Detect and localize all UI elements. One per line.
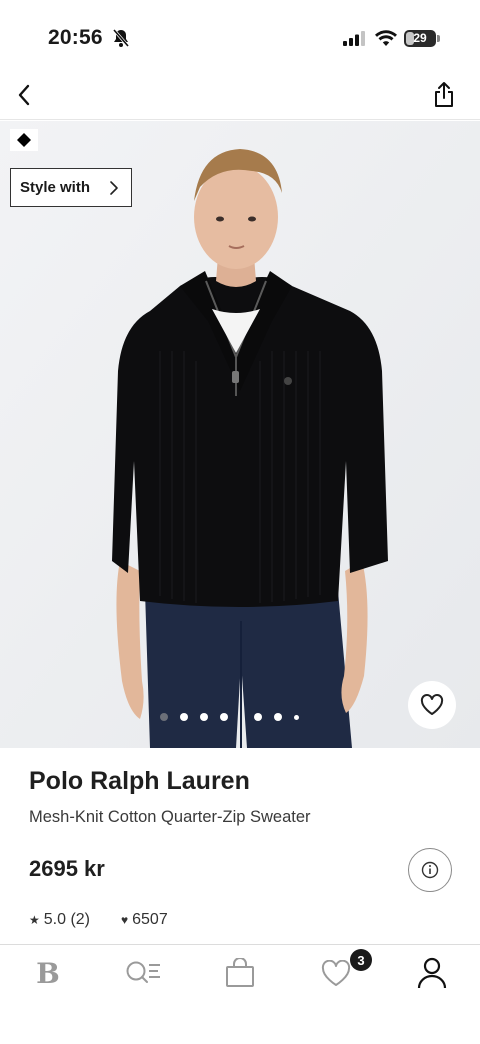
battery-level: 29	[413, 31, 427, 45]
wishlist-count-badge: 3	[350, 949, 372, 971]
image-pagination-dots[interactable]	[160, 711, 311, 723]
top-nav	[0, 70, 480, 120]
bottom-tab-bar: B 3	[0, 944, 480, 1044]
style-with-button[interactable]: Style with	[10, 168, 132, 207]
product-image-gallery[interactable]: Style with	[0, 121, 480, 748]
bag-icon	[226, 958, 254, 987]
share-icon	[435, 82, 453, 107]
heart-outline-icon	[420, 694, 444, 715]
likes-count: 6507	[132, 911, 168, 928]
wifi-icon	[375, 30, 397, 52]
tab-bag[interactable]	[216, 951, 264, 995]
style-with-label: Style with	[20, 179, 91, 196]
status-bar: 20:56 29	[0, 0, 480, 70]
product-likes: ♥ 6507	[121, 911, 168, 929]
chevron-left-icon	[18, 84, 30, 106]
info-icon	[421, 861, 439, 879]
profile-icon	[417, 957, 447, 989]
pagination-dot[interactable]	[220, 713, 228, 721]
tab-home[interactable]: B	[24, 951, 72, 995]
battery-cap	[437, 35, 440, 42]
pagination-dot[interactable]	[180, 713, 188, 721]
product-name: Mesh-Knit Cotton Quarter-Zip Sweater	[29, 808, 311, 826]
price-info-button[interactable]	[408, 848, 452, 892]
product-brand[interactable]: Polo Ralph Lauren	[29, 767, 250, 796]
favorite-button[interactable]	[408, 681, 456, 729]
rating-value: 5.0 (2)	[43, 911, 91, 928]
chevron-right-icon	[110, 181, 118, 195]
tab-search[interactable]	[120, 951, 168, 995]
pagination-dot[interactable]	[200, 713, 208, 721]
pagination-dot[interactable]	[274, 713, 282, 721]
pagination-dot[interactable]	[254, 713, 262, 721]
search-icon	[126, 961, 160, 983]
signal-icon	[343, 31, 367, 51]
share-button[interactable]	[428, 78, 460, 112]
status-time: 20:56	[48, 26, 103, 49]
tab-profile[interactable]	[408, 951, 456, 995]
pagination-dot[interactable]	[294, 714, 299, 720]
back-button[interactable]	[10, 80, 38, 110]
diamond-badge	[10, 129, 38, 151]
heart-icon	[321, 959, 351, 986]
star-icon: ★	[29, 913, 40, 927]
product-rating[interactable]: ★ 5.0 (2)	[29, 911, 90, 929]
battery-icon: 29	[404, 30, 436, 47]
bell-muted-icon	[112, 28, 130, 48]
diamond-icon	[17, 133, 31, 147]
product-image	[0, 121, 480, 748]
pagination-dot[interactable]	[160, 713, 168, 721]
home-logo-icon: B	[36, 956, 60, 990]
heart-small-icon: ♥	[121, 913, 129, 927]
product-price: 2695 kr	[29, 856, 105, 881]
